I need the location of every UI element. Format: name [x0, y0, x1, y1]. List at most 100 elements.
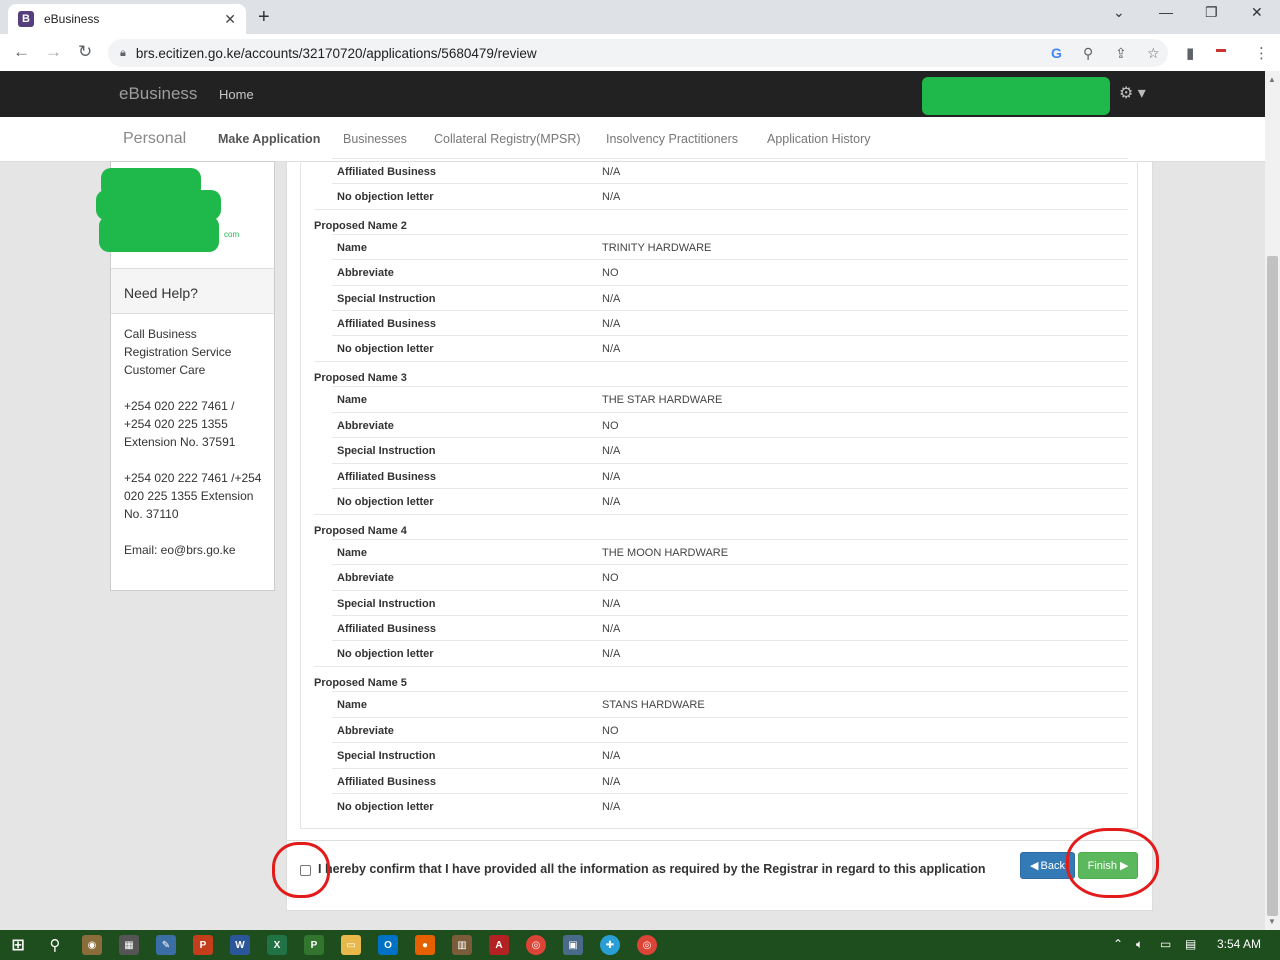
taskbar-clock[interactable]: 3:54 AM [1217, 937, 1261, 951]
restore-icon[interactable]: ❐ [1205, 4, 1218, 21]
table-row: No objection letter N/A [332, 488, 1128, 513]
help-line: +254 020 222 7461 /+254 020 225 1355 Ext… [124, 471, 262, 521]
sub-navigation: Personal Make Application Businesses Col… [0, 117, 1265, 162]
table-row: Abbreviate NO [332, 717, 1128, 742]
group-title: Proposed Name 5 [314, 677, 407, 689]
windows-start-icon[interactable]: ⊞ [8, 935, 28, 955]
volume-icon[interactable]: 🔈︎ [1136, 937, 1143, 952]
subnav-personal-label: Personal [123, 130, 187, 147]
brand-link[interactable]: eBusiness [119, 84, 197, 104]
table-row: No objection letter N/A [332, 640, 1128, 665]
search-icon[interactable]: ⚲ [45, 935, 65, 955]
table-row: Name THE MOON HARDWARE [332, 539, 1128, 564]
notification-icon[interactable]: ▤ [1185, 937, 1196, 951]
tray-chevron-icon[interactable]: ⌃ [1113, 937, 1123, 951]
table-row: Special Instruction N/A [332, 742, 1128, 767]
lock-icon: 🔒︎ [120, 46, 126, 59]
google-icon[interactable]: G [1051, 45, 1062, 61]
side-panel-icon[interactable]: ▮ [1186, 44, 1194, 62]
table-row: No objection letter N/A [332, 793, 1128, 818]
annotation-circle-checkbox [272, 842, 330, 898]
acrobat-icon[interactable]: A [489, 935, 509, 955]
zoom-icon[interactable]: ⚲ [1083, 45, 1093, 62]
nav-home-link[interactable]: Home [219, 87, 254, 102]
outlook-icon[interactable]: O [378, 935, 398, 955]
scroll-up-icon[interactable]: ▲ [1268, 75, 1276, 84]
menu-kebab-icon[interactable]: ⋮ [1254, 44, 1269, 62]
chrome-icon[interactable]: ◎ [526, 935, 546, 955]
excel-icon[interactable]: X [267, 935, 287, 955]
table-row: Name STANS HARDWARE [332, 691, 1128, 716]
subnav-make-application[interactable]: Make Application [218, 132, 320, 146]
calculator-icon[interactable]: ▦ [119, 935, 139, 955]
table-row: Name THE STAR HARDWARE [332, 386, 1128, 411]
table-row: Affiliated Business N/A [332, 158, 1128, 183]
windows-taskbar: ⊞ ⚲ ◉ ▦ ✎ P W X P ▭ O ● ▥ A ◎ ▣ ✚ ◎ ⌃ 🔈︎… [0, 930, 1280, 960]
back-arrow-icon[interactable]: ← [13, 42, 30, 62]
new-tab-icon[interactable]: + [258, 6, 270, 29]
page-scrollbar[interactable]: ▲ ▼ [1265, 71, 1280, 931]
help-line: +254 020 222 7461 / +254 020 225 1355 Ex… [124, 399, 236, 449]
subnav-insolvency-practitioners[interactable]: Insolvency Practitioners [606, 132, 738, 146]
group-title: Proposed Name 4 [314, 525, 407, 537]
file-explorer-icon[interactable]: ▭ [341, 935, 361, 955]
bookmark-star-icon[interactable]: ☆ [1147, 45, 1160, 62]
subnav-application-history[interactable]: Application History [767, 132, 871, 146]
confirm-label[interactable]: I hereby confirm that I have provided al… [318, 862, 986, 876]
table-row: No objection letter N/A [332, 335, 1128, 360]
profile-box: com [96, 162, 274, 269]
tab-search-icon[interactable]: ⌄ [1113, 4, 1125, 21]
annotation-circle-finish [1066, 828, 1159, 898]
table-row: No objection letter N/A [332, 183, 1128, 208]
table-row: Affiliated Business N/A [332, 615, 1128, 640]
extension-icon[interactable]: ▬ [1216, 44, 1226, 55]
bootstrap-favicon-icon: B [18, 11, 34, 27]
table-row: Affiliated Business N/A [332, 768, 1128, 793]
word-icon[interactable]: W [230, 935, 250, 955]
chrome-active-icon[interactable]: ◎ [637, 935, 657, 955]
app-icon[interactable]: ✚ [600, 935, 620, 955]
reload-icon[interactable]: ↻ [78, 42, 92, 62]
url-input[interactable]: 🔒︎ brs.ecitizen.go.ke/accounts/32170720/… [108, 39, 1168, 67]
browser-tab[interactable]: B eBusiness ✕ [8, 4, 246, 34]
scroll-thumb[interactable] [1267, 256, 1278, 916]
table-row: Name TRINITY HARDWARE [332, 234, 1128, 259]
project-icon[interactable]: P [304, 935, 324, 955]
tab-close-icon[interactable]: ✕ [224, 11, 236, 28]
gear-dropdown-icon[interactable]: ⚙ ▾ [1119, 83, 1146, 103]
table-row: Abbreviate NO [332, 259, 1128, 284]
browser-tab-bar: B eBusiness ✕ + ⌄ — ❐ ✕ [0, 0, 1280, 34]
minimize-icon[interactable]: — [1159, 4, 1173, 20]
table-row: Special Instruction N/A [332, 285, 1128, 310]
table-row: Special Instruction N/A [332, 590, 1128, 615]
scroll-down-icon[interactable]: ▼ [1268, 917, 1276, 926]
forward-arrow-icon[interactable]: → [45, 42, 62, 62]
app-icon[interactable]: ▥ [452, 935, 472, 955]
share-icon[interactable]: ⇪ [1115, 45, 1127, 62]
help-line: Call Business Registration Service Custo… [124, 327, 232, 377]
firefox-icon[interactable]: ● [415, 935, 435, 955]
table-row: Affiliated Business N/A [332, 310, 1128, 335]
back-button-label: Back [1040, 859, 1065, 872]
profile-email-fragment: com [224, 230, 240, 239]
footer-divider [286, 840, 1153, 841]
subnav-collateral-registry[interactable]: Collateral Registry(MPSR) [434, 132, 581, 146]
help-email: Email: eo@brs.go.ke [124, 543, 236, 557]
address-bar: ← → ↻ 🔒︎ brs.ecitizen.go.ke/accounts/321… [0, 34, 1280, 72]
group-title: Proposed Name 2 [314, 220, 407, 232]
url-text: brs.ecitizen.go.ke/accounts/32170720/app… [135, 45, 537, 61]
app-icon[interactable]: ◉ [82, 935, 102, 955]
redacted-user-name [922, 77, 1110, 115]
app-icon[interactable]: ✎ [156, 935, 176, 955]
table-row: Abbreviate NO [332, 412, 1128, 437]
window-close-icon[interactable]: ✕ [1251, 4, 1263, 21]
network-icon[interactable]: ▭ [1160, 937, 1171, 951]
subnav-businesses[interactable]: Businesses [343, 132, 407, 146]
help-body: Call Business Registration Service Custo… [124, 325, 264, 577]
redacted-profile [96, 166, 241, 256]
app-icon[interactable]: ▣ [563, 935, 583, 955]
table-row: Affiliated Business N/A [332, 463, 1128, 488]
tab-title: eBusiness [44, 12, 100, 26]
site-navbar: eBusiness Home ⚙ ▾ [0, 71, 1265, 117]
powerpoint-icon[interactable]: P [193, 935, 213, 955]
